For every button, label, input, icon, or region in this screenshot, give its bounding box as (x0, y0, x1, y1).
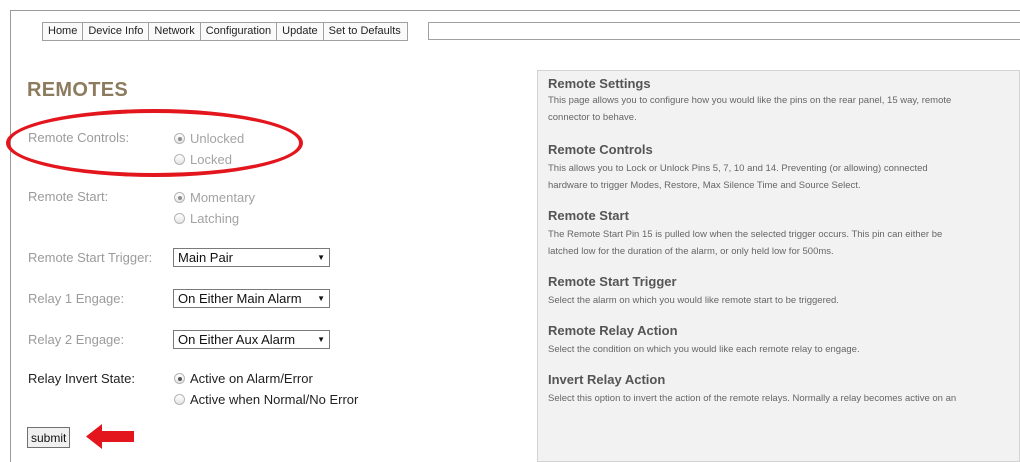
help-remote-start-trigger-line-1: Select the alarm on which you would like… (548, 295, 839, 306)
relay-invert-state-label: Relay Invert State: (28, 371, 135, 386)
relay-1-engage-label: Relay 1 Engage: (28, 291, 125, 306)
help-heading-remote-relay-action: Remote Relay Action (548, 323, 678, 338)
help-heading-remote-start-trigger: Remote Start Trigger (548, 274, 677, 289)
remote-start-trigger-value: Main Pair (178, 250, 233, 265)
relay-invert-active-normal-option[interactable]: Active when Normal/No Error (174, 392, 358, 407)
help-invert-relay-action-line-1: Select this option to invert the action … (548, 393, 957, 404)
relay-invert-active-alarm-text: Active on Alarm/Error (190, 371, 313, 386)
page-title: REMOTES (27, 79, 128, 101)
help-remote-relay-action-line-1: Select the condition on which you would … (548, 344, 860, 355)
relay-2-engage-label: Relay 2 Engage: (28, 332, 125, 347)
nav-set-to-defaults[interactable]: Set to Defaults (324, 23, 407, 40)
help-remote-controls-line-1: This allows you to Lock or Unlock Pins 5… (548, 163, 928, 174)
nav-network[interactable]: Network (149, 23, 201, 40)
nav-home[interactable]: Home (43, 23, 84, 40)
relay-1-engage-value: On Either Main Alarm (178, 291, 302, 306)
remote-start-latching-option[interactable]: Latching (174, 211, 239, 226)
help-heading-remote-start: Remote Start (548, 208, 629, 223)
remote-start-label: Remote Start: (28, 189, 109, 204)
remote-start-momentary-radio[interactable] (174, 192, 185, 203)
help-remote-start-line-1: The Remote Start Pin 15 is pulled low wh… (548, 229, 943, 240)
red-arrow-icon (86, 424, 134, 449)
frame-left-border (10, 10, 11, 462)
relay-2-engage-select[interactable]: On Either Aux Alarm ▼ (173, 330, 330, 349)
relay-invert-active-normal-radio[interactable] (174, 394, 185, 405)
remote-start-latching-radio[interactable] (174, 213, 185, 224)
remote-start-momentary-text: Momentary (190, 190, 256, 205)
help-panel: Remote Settings This page allows you to … (537, 70, 1020, 462)
nav-device-info[interactable]: Device Info (83, 23, 150, 40)
help-remote-start-line-2: latched low for the duration of the alar… (548, 246, 834, 257)
remote-start-latching-text: Latching (190, 211, 240, 226)
help-heading-invert-relay-action: Invert Relay Action (548, 372, 666, 387)
nav-bar-filler (428, 22, 1020, 40)
nav-configuration[interactable]: Configuration (201, 23, 278, 40)
relay-invert-active-alarm-radio[interactable] (174, 373, 185, 384)
remote-start-trigger-label: Remote Start Trigger: (28, 250, 153, 265)
help-heading-remote-controls: Remote Controls (548, 142, 653, 157)
dropdown-arrow-icon: ▼ (317, 253, 325, 262)
help-remote-controls-line-2: hardware to trigger Modes, Restore, Max … (548, 180, 861, 191)
help-title: Remote Settings (548, 76, 651, 91)
nav-update[interactable]: Update (277, 23, 324, 40)
submit-button[interactable]: submit (27, 427, 71, 448)
relay-2-engage-value: On Either Aux Alarm (178, 332, 296, 347)
relay-invert-active-alarm-option[interactable]: Active on Alarm/Error (174, 371, 313, 386)
top-nav: Home Device Info Network Configuration U… (42, 22, 408, 41)
help-intro-line-1: This page allows you to configure how yo… (548, 95, 952, 106)
frame-top-border (10, 10, 1020, 11)
dropdown-arrow-icon: ▼ (317, 335, 325, 344)
remote-start-momentary-option[interactable]: Momentary (174, 190, 255, 205)
dropdown-arrow-icon: ▼ (317, 294, 325, 303)
red-highlight-ellipse (6, 109, 303, 177)
help-intro-line-2: connector to behave. (548, 112, 637, 123)
remote-start-trigger-select[interactable]: Main Pair ▼ (173, 248, 330, 267)
relay-1-engage-select[interactable]: On Either Main Alarm ▼ (173, 289, 330, 308)
relay-invert-active-normal-text: Active when Normal/No Error (190, 392, 359, 407)
